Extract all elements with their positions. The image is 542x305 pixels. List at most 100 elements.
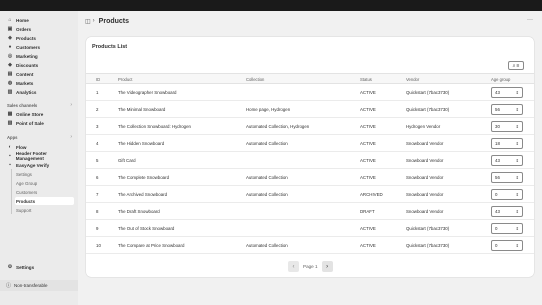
nav-label: Customers bbox=[16, 44, 40, 50]
nav-label: Products bbox=[16, 35, 36, 41]
cell-id: 1 bbox=[96, 90, 99, 95]
sidebar-item-orders[interactable]: ▣ Orders bbox=[4, 25, 74, 33]
chart-icon: ▥ bbox=[7, 89, 13, 95]
select-caret-icon: ⇕ bbox=[515, 192, 519, 197]
tag-icon: ◈ bbox=[8, 35, 12, 41]
cell-id: 6 bbox=[96, 175, 99, 180]
age-group-select[interactable]: 18 ⇕ bbox=[491, 138, 523, 149]
cell-product: The Videographer Snowboard bbox=[118, 90, 177, 95]
select-caret-icon: ⇕ bbox=[515, 158, 519, 163]
filter-icon: ≡ bbox=[516, 62, 520, 69]
product-icon[interactable]: ◫ bbox=[85, 18, 91, 25]
sidebar-item-settings[interactable]: ⚙ Settings bbox=[4, 263, 74, 271]
age-group-select[interactable]: 30 ⇕ bbox=[491, 121, 523, 132]
sidebar-item-app[interactable]: ◐ Flow bbox=[4, 143, 74, 151]
cell-vendor: Snowboard Vendor bbox=[406, 141, 444, 146]
cell-vendor: Snowboard Vendor bbox=[406, 175, 444, 180]
age-group-value: 43 bbox=[495, 158, 500, 163]
chevron-right-icon[interactable]: › bbox=[70, 102, 72, 108]
age-group-select[interactable]: 43 ⇕ bbox=[491, 155, 523, 166]
sidebar-item-customers[interactable]: ● Customers bbox=[4, 43, 74, 51]
plan-status[interactable]: ⓘ Non-transferable bbox=[0, 280, 78, 291]
cell-collection: Automated Collection bbox=[246, 141, 288, 146]
sidebar-item-home[interactable]: ⌂ Home bbox=[4, 16, 74, 24]
cell-status: ACTIVE bbox=[360, 90, 376, 95]
cell-status: ACTIVE bbox=[360, 158, 376, 163]
discount-icon: ◆ bbox=[8, 62, 12, 68]
column-header-product: Product bbox=[118, 77, 133, 82]
sidebar-item-sales-channel[interactable]: ▧ Point of Sale bbox=[4, 119, 74, 127]
sidebar-item-markets[interactable]: ◍ Markets bbox=[4, 79, 74, 87]
select-caret-icon: ⇕ bbox=[515, 90, 519, 95]
chevron-left-icon: ‹ bbox=[292, 263, 295, 270]
pagination: ‹ Page 1 › bbox=[288, 261, 333, 272]
age-group-value: 30 bbox=[495, 124, 500, 129]
cell-id: 5 bbox=[96, 158, 99, 163]
person-icon: ● bbox=[8, 44, 12, 50]
cell-status: ACTIVE bbox=[360, 124, 376, 129]
cell-id: 3 bbox=[96, 124, 99, 129]
sidebar-item-analytics[interactable]: ▥ Analytics bbox=[4, 88, 74, 96]
cell-status: ACTIVE bbox=[360, 175, 376, 180]
sidebar-subitem-products[interactable]: Products bbox=[15, 197, 74, 205]
age-group-select[interactable]: 0 ⇕ bbox=[491, 223, 523, 234]
sidebar-subitem-support[interactable]: Support bbox=[15, 206, 74, 214]
sidebar-item-products[interactable]: ◈ Products bbox=[4, 34, 74, 42]
age-group-select[interactable]: 43 ⇕ bbox=[491, 87, 523, 98]
search-filter-button[interactable]: ⌕ ≡ bbox=[508, 61, 524, 70]
sidebar-subitem-age-group[interactable]: Age Group bbox=[15, 179, 74, 187]
age-group-select[interactable]: 56 ⇕ bbox=[491, 104, 523, 115]
age-group-value: 43 bbox=[495, 90, 500, 95]
card-title: Products List bbox=[92, 44, 128, 50]
cell-id: 8 bbox=[96, 209, 99, 214]
cell-product: The Collection Snowboard: Hydrogen bbox=[118, 124, 191, 129]
cell-id: 7 bbox=[96, 192, 99, 197]
select-caret-icon: ⇕ bbox=[515, 141, 519, 146]
cell-collection: Automated Collection bbox=[246, 243, 288, 248]
age-group-select[interactable]: 56 ⇕ bbox=[491, 172, 523, 183]
cell-id: 4 bbox=[96, 141, 99, 146]
next-page-button[interactable]: › bbox=[321, 261, 333, 272]
cell-vendor: Hydrogen Vendor bbox=[406, 124, 441, 129]
table-row: 5 Gift Card ACTIVE Snowboard Vendor 43 ⇕ bbox=[86, 152, 534, 169]
sidebar-item-marketing[interactable]: ◎ Marketing bbox=[4, 52, 74, 60]
products-card: Products List ⌕ ≡ ID Product Collection S… bbox=[86, 37, 534, 277]
cell-collection: Automated Collection, Hydrogen bbox=[246, 124, 310, 129]
chevron-right-icon[interactable]: › bbox=[70, 134, 72, 140]
cell-product: The Out of Stock Snowboard bbox=[118, 226, 175, 231]
page-header: ◫ › Products bbox=[85, 16, 129, 26]
age-group-value: 18 bbox=[495, 141, 500, 146]
more-actions-icon[interactable]: ··· bbox=[527, 17, 533, 23]
cell-product: The Archived Snowboard bbox=[118, 192, 168, 197]
nav-label: Home bbox=[16, 17, 29, 23]
cell-product: Gift Card bbox=[118, 158, 136, 163]
page-title: Products bbox=[98, 17, 130, 25]
column-header-status: Status bbox=[360, 77, 372, 82]
orders-icon: ▣ bbox=[7, 26, 13, 32]
sidebar-item-app[interactable]: ▪ EasyAge Verify bbox=[4, 161, 74, 169]
cell-id: 2 bbox=[96, 107, 99, 112]
sidebar-subitem-customers[interactable]: Customers bbox=[15, 188, 74, 196]
cell-status: ACTIVE bbox=[360, 243, 376, 248]
table-row: 8 The Draft Snowboard DRAFT Snowboard Vendo… bbox=[86, 203, 534, 220]
sidebar-item-content[interactable]: ▤ Content bbox=[4, 70, 74, 78]
age-group-select[interactable]: 0 ⇕ bbox=[491, 189, 523, 200]
table-row: 4 The Hidden Snowboard Automated Collectio… bbox=[86, 135, 534, 152]
age-group-select[interactable]: 0 ⇕ bbox=[491, 240, 523, 251]
cell-id: 9 bbox=[96, 226, 99, 231]
sidebar-subitem-settings[interactable]: Settings bbox=[15, 170, 74, 178]
age-group-select[interactable]: 43 ⇕ bbox=[491, 206, 523, 217]
top-bar bbox=[0, 0, 542, 11]
sidebar-item-app[interactable]: ▪ Header Footer Management bbox=[4, 151, 74, 161]
cell-vendor: Snowboard Vendor bbox=[406, 158, 444, 163]
previous-page-button[interactable]: ‹ bbox=[288, 261, 299, 272]
chevron-right-icon: › bbox=[92, 18, 95, 24]
table-header: ID Product Collection Status Vendor Age … bbox=[86, 73, 534, 84]
age-group-value: 56 bbox=[495, 175, 500, 180]
select-caret-icon: ⇕ bbox=[515, 209, 519, 214]
sidebar-item-discounts[interactable]: ◆ Discounts bbox=[4, 61, 74, 69]
nav-label: Header Footer Management bbox=[15, 151, 47, 161]
select-caret-icon: ⇕ bbox=[515, 107, 519, 112]
sidebar-item-sales-channel[interactable]: ▦ Online Store bbox=[4, 110, 74, 118]
table-row: 10 The Compare at Price Snowboard Automate… bbox=[86, 237, 534, 254]
